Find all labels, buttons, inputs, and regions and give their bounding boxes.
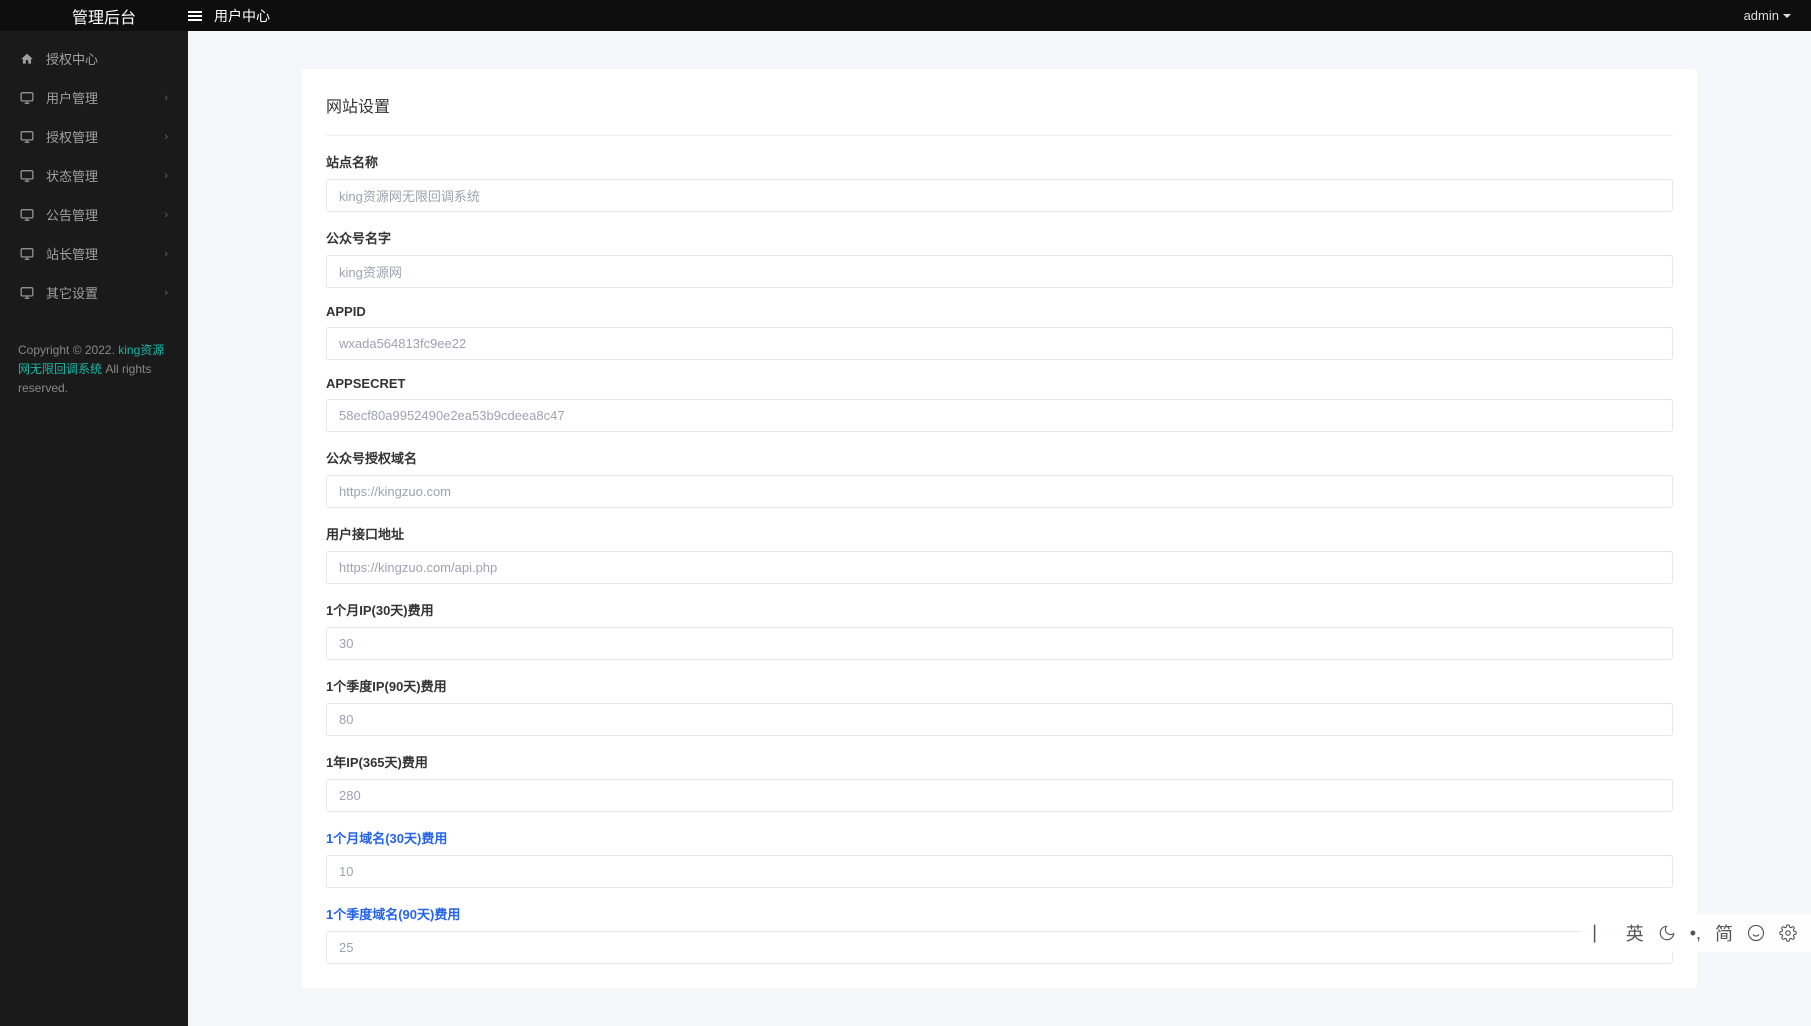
monitor-icon <box>18 247 36 261</box>
monitor-icon <box>18 91 36 105</box>
monitor-icon <box>18 169 36 183</box>
topbar: 管理后台 用户中心 admin <box>0 0 1811 31</box>
field-input-2[interactable] <box>326 327 1673 360</box>
sidebar-item-1[interactable]: 用户管理 › <box>0 78 188 117</box>
chevron-right-icon: › <box>164 248 168 260</box>
field-input-5[interactable] <box>326 551 1673 584</box>
form-group-9: 1个月域名(30天)费用 <box>326 828 1673 888</box>
form-group-8: 1年IP(365天)费用 <box>326 752 1673 812</box>
form-group-6: 1个月IP(30天)费用 <box>326 600 1673 660</box>
sidebar-item-2[interactable]: 授权管理 › <box>0 117 188 156</box>
field-label: 用户接口地址 <box>326 524 1673 543</box>
sidebar-footer: Copyright © 2022. king资源网无限回调系统 All righ… <box>18 341 170 399</box>
monitor-icon <box>18 286 36 300</box>
ime-mode[interactable]: 简 <box>1715 920 1733 946</box>
field-input-6[interactable] <box>326 627 1673 660</box>
sidebar-item-label: 用户管理 <box>46 88 98 107</box>
field-label: APPSECRET <box>326 376 1673 391</box>
field-input-10[interactable] <box>326 931 1673 964</box>
field-label: 1个月域名(30天)费用 <box>326 828 1673 847</box>
form-group-3: APPSECRET <box>326 376 1673 432</box>
field-input-8[interactable] <box>326 779 1673 812</box>
form-group-2: APPID <box>326 304 1673 360</box>
smile-icon[interactable] <box>1747 924 1765 942</box>
sidebar-item-label: 公告管理 <box>46 205 98 224</box>
sidebar: 授权中心用户管理 › 授权管理 › 状态管理 › 公告管理 › 站长管理 › 其它设置 › Copyr… <box>0 31 188 1026</box>
field-input-3[interactable] <box>326 399 1673 432</box>
copyright-prefix: Copyright © 2022. <box>18 343 118 357</box>
sidebar-item-label: 授权管理 <box>46 127 98 146</box>
form-group-10: 1个季度域名(90天)费用 <box>326 904 1673 964</box>
ime-divider-icon: ⎸ <box>1594 923 1612 944</box>
user-name: admin <box>1744 8 1779 23</box>
field-label: 1个月IP(30天)费用 <box>326 600 1673 619</box>
field-label: 站点名称 <box>326 152 1673 171</box>
page-title: 网站设置 <box>326 93 1673 136</box>
field-label: 1个季度IP(90天)费用 <box>326 676 1673 695</box>
ime-lang[interactable]: 英 <box>1626 920 1644 946</box>
field-label: 1个季度域名(90天)费用 <box>326 904 1673 923</box>
field-input-0[interactable] <box>326 179 1673 212</box>
field-label: 公众号名字 <box>326 228 1673 247</box>
form-group-1: 公众号名字 <box>326 228 1673 288</box>
chevron-right-icon: › <box>164 209 168 221</box>
ime-punct[interactable]: •, <box>1690 923 1701 944</box>
chevron-right-icon: › <box>164 131 168 143</box>
chevron-right-icon: › <box>164 170 168 182</box>
form-group-4: 公众号授权域名 <box>326 448 1673 508</box>
sidebar-item-4[interactable]: 公告管理 › <box>0 195 188 234</box>
user-menu[interactable]: admin <box>1744 8 1791 23</box>
form-group-5: 用户接口地址 <box>326 524 1673 584</box>
field-input-1[interactable] <box>326 255 1673 288</box>
sidebar-item-label: 授权中心 <box>46 49 98 68</box>
breadcrumb: 用户中心 <box>214 6 270 26</box>
field-label: 公众号授权域名 <box>326 448 1673 467</box>
home-icon <box>18 52 36 66</box>
menu-toggle-icon[interactable] <box>188 11 202 21</box>
sidebar-item-label: 其它设置 <box>46 283 98 302</box>
field-input-4[interactable] <box>326 475 1673 508</box>
gear-icon[interactable] <box>1779 924 1797 942</box>
chevron-right-icon: › <box>164 92 168 104</box>
sidebar-item-5[interactable]: 站长管理 › <box>0 234 188 273</box>
monitor-icon <box>18 208 36 222</box>
form-group-0: 站点名称 <box>326 152 1673 212</box>
chevron-down-icon <box>1783 14 1791 18</box>
field-input-9[interactable] <box>326 855 1673 888</box>
field-input-7[interactable] <box>326 703 1673 736</box>
sidebar-item-0[interactable]: 授权中心 <box>0 39 188 78</box>
main-content: 网站设置 站点名称公众号名字 APPID APPSECRET 公众号授权域名用户接口地… <box>188 31 1811 1026</box>
form-group-7: 1个季度IP(90天)费用 <box>326 676 1673 736</box>
moon-icon[interactable] <box>1658 924 1676 942</box>
monitor-icon <box>18 130 36 144</box>
field-label: 1年IP(365天)费用 <box>326 752 1673 771</box>
ime-toolbar: ⎸ 英 •, 简 <box>1580 914 1811 952</box>
sidebar-item-label: 站长管理 <box>46 244 98 263</box>
field-label: APPID <box>326 304 1673 319</box>
sidebar-item-3[interactable]: 状态管理 › <box>0 156 188 195</box>
sidebar-item-6[interactable]: 其它设置 › <box>0 273 188 312</box>
sidebar-item-label: 状态管理 <box>46 166 98 185</box>
settings-card: 网站设置 站点名称公众号名字 APPID APPSECRET 公众号授权域名用户接口地… <box>302 69 1697 988</box>
app-logo: 管理后台 <box>20 4 188 28</box>
chevron-right-icon: › <box>164 287 168 299</box>
